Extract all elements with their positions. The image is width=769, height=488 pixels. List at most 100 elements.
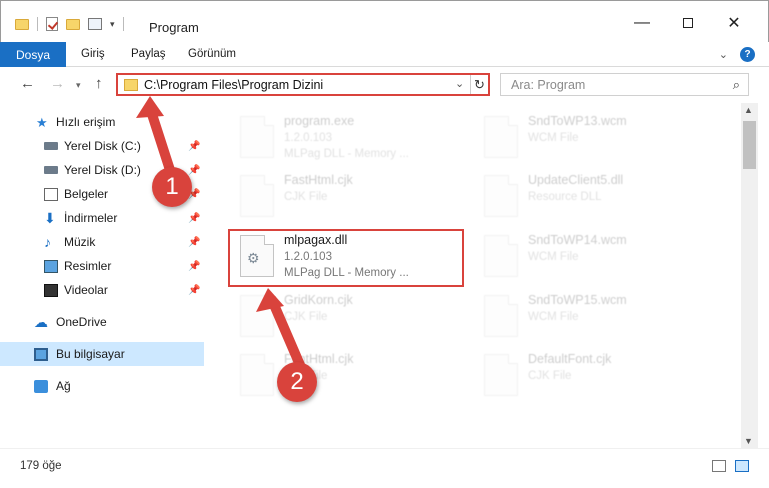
address-path[interactable]: C:\Program Files\Program Dizini <box>144 78 323 92</box>
scroll-up-icon[interactable]: ▲ <box>744 105 753 115</box>
vertical-scrollbar[interactable]: ▲ ▼ <box>741 103 758 448</box>
network-icon <box>34 379 48 393</box>
file-name: SndToWP13.wcm <box>528 114 627 128</box>
refresh-icon[interactable]: ↻ <box>470 75 488 94</box>
tiles-view-icon[interactable] <box>735 460 749 472</box>
tab-file[interactable]: Dosya <box>0 42 66 67</box>
file-type: Resource DLL <box>528 191 602 203</box>
sidebar-item-label: Yerel Disk (D:) <box>64 163 141 177</box>
file-name: SndToWP15.wcm <box>528 293 627 307</box>
customize-toolbar-icon[interactable] <box>88 18 102 30</box>
videos-icon <box>44 283 58 297</box>
divider <box>37 17 38 31</box>
file-item[interactable]: SndToWP14.wcm WCM File <box>476 231 716 289</box>
chevron-down-icon[interactable]: ⌄ <box>455 77 464 90</box>
file-name: DefaultFont.cjk <box>528 352 612 366</box>
sidebar-item-downloads[interactable]: ⬇ İndirmeler 📌 <box>0 206 204 230</box>
sidebar-item-label: Yerel Disk (C:) <box>64 139 141 153</box>
sidebar-item-onedrive[interactable]: ☁ OneDrive <box>0 310 204 334</box>
file-item[interactable]: program.exe 1.2.0.103 MLPag DLL - Memory… <box>232 112 472 170</box>
file-icon <box>240 175 274 217</box>
cloud-icon: ☁ <box>34 313 48 330</box>
documents-icon <box>44 187 58 201</box>
back-arrow-icon[interactable]: ← <box>20 75 35 92</box>
pin-icon[interactable]: 📌 <box>188 213 200 224</box>
star-icon: ★ <box>36 114 48 130</box>
file-item[interactable]: SndToWP15.wcm WCM File <box>476 291 716 349</box>
file-type: WCM File <box>528 251 579 263</box>
sidebar-item-pictures[interactable]: Resimler 📌 <box>0 254 204 278</box>
sidebar-item-disk-c[interactable]: Yerel Disk (C:) 📌 <box>0 134 204 158</box>
sidebar-item-label: İndirmeler <box>64 211 118 225</box>
pin-icon[interactable]: 📌 <box>188 141 200 152</box>
file-item[interactable]: FastHtml.cjk CJK File <box>232 171 472 229</box>
properties-check-icon[interactable] <box>46 17 58 31</box>
sidebar-item-videos[interactable]: Videolar 📌 <box>0 278 204 302</box>
maximize-button[interactable] <box>665 9 711 37</box>
exe-file-icon <box>240 116 274 158</box>
window-title: Program <box>149 20 199 35</box>
file-icon <box>484 354 518 396</box>
up-arrow-icon[interactable]: ↑ <box>95 75 103 92</box>
folder-icon[interactable] <box>15 18 29 30</box>
pin-icon[interactable]: 📌 <box>188 237 200 248</box>
status-bar: 179 öğe <box>0 448 769 488</box>
tab-view[interactable]: Görünüm <box>188 48 236 60</box>
expand-ribbon-icon[interactable]: ⌄ <box>719 48 728 61</box>
file-icon <box>240 295 274 337</box>
file-version: 1.2.0.103 <box>284 132 332 144</box>
file-name: SndToWP14.wcm <box>528 233 627 247</box>
file-icon <box>484 116 518 158</box>
sidebar-item-label: Ağ <box>56 379 71 393</box>
pin-icon[interactable]: 📌 <box>188 261 200 272</box>
file-item[interactable]: UpdateClient5.dll Resource DLL <box>476 171 716 229</box>
tab-share[interactable]: Paylaş <box>131 48 166 60</box>
search-input[interactable]: Ara: Program ⌕ <box>500 73 749 96</box>
sidebar-item-label: Videolar <box>64 283 108 297</box>
file-item[interactable]: SndToWP13.wcm WCM File <box>476 112 716 170</box>
address-bar[interactable]: C:\Program Files\Program Dizini ⌄ ↻ <box>116 73 490 96</box>
scroll-down-icon[interactable]: ▼ <box>744 436 753 446</box>
close-icon: ✕ <box>727 15 741 32</box>
disk-icon <box>44 142 58 150</box>
file-name: UpdateClient5.dll <box>528 173 624 187</box>
new-folder-icon[interactable] <box>66 18 80 30</box>
sidebar-item-network[interactable]: Ağ <box>0 374 204 398</box>
details-view-icon[interactable] <box>712 460 726 472</box>
forward-arrow-icon[interactable]: → <box>50 75 65 92</box>
tab-home[interactable]: Giriş <box>81 48 105 60</box>
maximize-icon <box>683 18 693 28</box>
minimize-button[interactable]: — <box>619 9 665 37</box>
file-item[interactable]: GridKorn.cjk CJK File <box>232 291 472 349</box>
search-placeholder: Ara: Program <box>511 78 586 92</box>
sidebar-item-this-pc[interactable]: Bu bilgisayar <box>0 342 204 366</box>
music-icon: ♪ <box>44 233 51 250</box>
chevron-down-icon[interactable]: ▾ <box>110 19 115 30</box>
file-name: GridKorn.cjk <box>284 293 353 307</box>
search-icon[interactable]: ⌕ <box>733 77 740 93</box>
pin-icon[interactable]: 📌 <box>188 285 200 296</box>
dll-file-icon <box>484 175 518 217</box>
sidebar-item-label: Belgeler <box>64 187 109 201</box>
sidebar-item-label: Müzik <box>64 235 96 249</box>
sidebar-item-quick-access[interactable]: ★ Hızlı erişim <box>0 110 204 134</box>
file-icon <box>484 235 518 277</box>
file-item[interactable]: FontHtml.cjk CJK File <box>232 350 472 408</box>
help-icon[interactable]: ? <box>740 47 755 62</box>
file-name: FastHtml.cjk <box>284 173 353 187</box>
pin-icon[interactable]: 📌 <box>188 165 200 176</box>
file-type: CJK File <box>528 370 572 382</box>
highlight-box <box>228 229 464 287</box>
ribbon-tabs: Dosya Giriş Paylaş Görünüm ⌄ ? <box>0 42 769 67</box>
divider <box>122 17 124 31</box>
file-description: MLPag DLL - Memory ... <box>284 148 409 160</box>
close-button[interactable]: ✕ <box>711 9 757 37</box>
pc-icon <box>34 347 48 361</box>
file-item[interactable]: DefaultFont.cjk CJK File <box>476 350 716 408</box>
scroll-thumb[interactable] <box>743 121 756 169</box>
file-type: WCM File <box>528 132 579 144</box>
sidebar-item-label: Bu bilgisayar <box>56 347 125 361</box>
recent-locations-icon[interactable]: ▾ <box>76 80 81 91</box>
sidebar-item-music[interactable]: ♪ Müzik 📌 <box>0 230 204 254</box>
quick-access-toolbar: ▾ <box>15 17 124 31</box>
